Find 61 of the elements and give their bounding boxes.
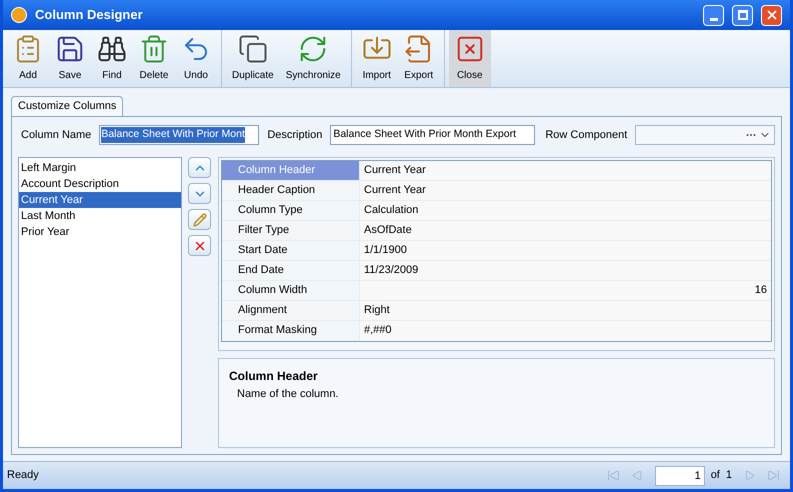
list-item[interactable]: Last Month <box>19 208 181 224</box>
close-icon <box>764 8 778 22</box>
property-name[interactable]: Start Date <box>222 241 360 260</box>
property-name[interactable]: Format Masking <box>222 321 360 341</box>
property-value[interactable]: Calculation <box>360 201 771 220</box>
property-value[interactable]: 16 <box>360 281 771 300</box>
toolbar-button[interactable]: Find <box>91 30 133 87</box>
tab[interactable]: Customize Columns <box>11 96 124 116</box>
minimize-button[interactable] <box>703 4 724 26</box>
property-value[interactable]: 11/23/2009 <box>360 261 771 280</box>
property-value[interactable]: 1/1/1900 <box>360 241 771 260</box>
property-value[interactable]: Right <box>360 301 771 320</box>
field-label: Description <box>267 128 322 143</box>
toolbar-button[interactable]: Undo <box>175 30 217 87</box>
close-button[interactable] <box>761 4 782 26</box>
property-value[interactable]: #,##0 <box>360 321 771 341</box>
field-label: Row Component <box>545 128 628 143</box>
page-of-label: of <box>710 468 720 484</box>
window-title: Column Designer <box>35 6 144 24</box>
pencil-icon <box>192 212 206 226</box>
help-title: Column Header <box>229 368 319 385</box>
binoculars-icon <box>97 34 127 64</box>
description-field[interactable]: Balance Sheet With Prior Month Export <box>330 125 536 145</box>
list-item[interactable]: Left Margin <box>19 160 181 176</box>
list-item[interactable]: Account Description <box>19 176 181 192</box>
property-name[interactable]: End Date <box>222 261 360 280</box>
move-up-button[interactable] <box>188 157 211 178</box>
remove-button[interactable] <box>188 235 211 256</box>
property-name[interactable]: Alignment <box>222 301 360 320</box>
toolbar-button[interactable]: Add <box>7 30 49 87</box>
trash-icon <box>139 34 169 64</box>
property-name[interactable]: Column Type <box>222 201 360 220</box>
sync-icon <box>298 34 328 64</box>
toolbar-button[interactable]: Close <box>448 30 491 87</box>
toolbar-button[interactable]: Export <box>398 30 440 87</box>
property-name[interactable]: Header Caption <box>222 181 360 200</box>
property-name[interactable]: Column Width <box>222 281 360 300</box>
move-down-button[interactable] <box>188 183 211 204</box>
toolbar-button[interactable]: Save <box>49 30 91 87</box>
property-value[interactable]: Current Year <box>360 181 771 200</box>
property-name[interactable]: Filter Type <box>222 221 360 240</box>
field-label: Column Name <box>21 128 92 143</box>
row-component-dropdown[interactable] <box>635 125 775 145</box>
maximize-button[interactable] <box>732 4 753 26</box>
toolbar-button[interactable]: Import <box>356 30 398 87</box>
page-total: 1 <box>726 468 732 484</box>
close-icon <box>454 34 485 64</box>
toolbar-button[interactable]: Delete <box>133 30 175 87</box>
list-item[interactable]: Current Year <box>19 192 181 208</box>
property-value[interactable]: Current Year <box>360 161 771 180</box>
help-text: Name of the column. <box>236 387 340 402</box>
list-item[interactable]: Prior Year <box>19 224 181 240</box>
toolbar-button[interactable]: Duplicate <box>226 30 280 87</box>
toolbar-button[interactable]: Synchronize <box>280 30 347 87</box>
column-name-field[interactable]: Balance Sheet With Prior Mont <box>99 125 260 145</box>
property-value[interactable]: AsOfDate <box>360 221 771 240</box>
copy-icon <box>238 34 268 64</box>
page-field[interactable]: 1 <box>654 466 705 486</box>
status-text: Ready <box>7 468 40 484</box>
app-icon <box>11 7 27 23</box>
edit-button[interactable] <box>188 209 211 230</box>
